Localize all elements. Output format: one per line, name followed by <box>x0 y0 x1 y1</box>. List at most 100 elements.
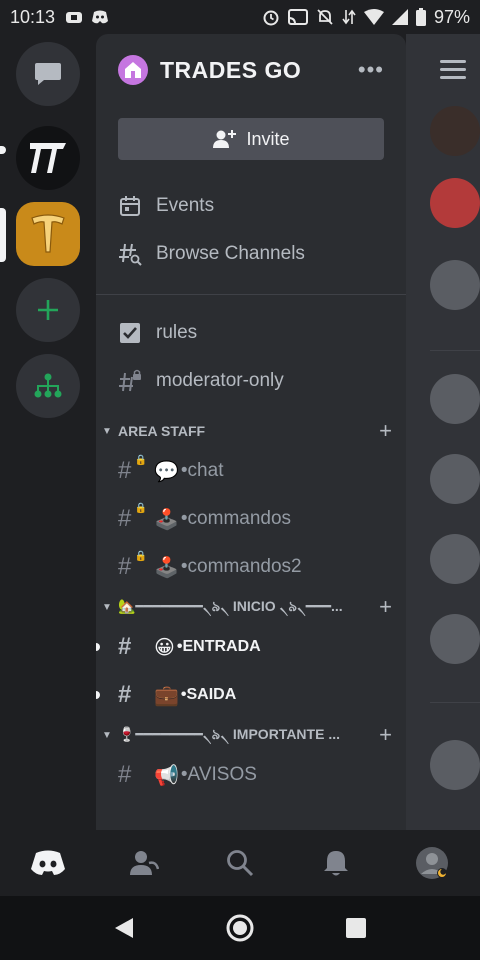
channel-avisos[interactable]: # 📢 •AVISOS <box>96 751 406 799</box>
back-icon[interactable] <box>113 916 135 940</box>
bottom-nav <box>0 830 480 896</box>
member-avatar <box>430 374 480 424</box>
category-inicio[interactable]: ▼ 🏡━━━━━━━━৲৯৲ INICIO ৲৯৲━━━... + <box>96 591 406 623</box>
channel-label: •commandos <box>180 508 292 529</box>
channel-label: rules <box>156 322 198 343</box>
section-divider <box>96 294 406 295</box>
speech-bubble-emoji: 💬 <box>154 460 179 483</box>
channel-commandos[interactable]: # 🔒 🕹️ •commandos <box>96 495 406 543</box>
server-tt-button[interactable] <box>16 126 80 190</box>
category-label: AREA STAFF <box>118 423 206 439</box>
discord-logo-icon <box>31 850 65 875</box>
guild-header[interactable]: TRADES GO ••• <box>96 34 406 106</box>
channel-drawer: TRADES GO ••• Invite Events Browse Chann… <box>96 34 406 830</box>
recents-icon[interactable] <box>345 917 367 939</box>
signal-icon <box>391 9 408 25</box>
server-trades-go-button[interactable] <box>16 202 80 266</box>
channel-label: moderator-only <box>156 370 284 391</box>
battery-level: 97% <box>433 6 470 27</box>
grinning-emoji: 😀 <box>154 636 175 659</box>
unread-dot <box>96 691 100 699</box>
channel-label: •chat <box>180 460 224 481</box>
rules-checkbox-icon <box>118 321 142 345</box>
browse-channels-label: Browse Channels <box>156 243 305 264</box>
member-avatar <box>430 106 480 156</box>
locked-hash-icon <box>118 369 142 393</box>
search-icon <box>227 850 254 877</box>
chevron-down-icon: ▼ <box>102 601 112 613</box>
data-arrows-icon <box>342 9 356 25</box>
briefcase-emoji: 💼 <box>154 684 179 707</box>
channel-entrada[interactable]: # 😀 •ENTRADA <box>96 623 406 671</box>
channel-label: •ENTRADA <box>176 638 261 655</box>
avatar-icon <box>416 847 448 879</box>
joystick-emoji: 🕹️ <box>154 508 179 531</box>
home-tab[interactable] <box>28 843 68 883</box>
channel-commandos2[interactable]: # 🔒 🕹️ •commandos2 <box>96 543 406 591</box>
message-divider <box>430 702 480 703</box>
plus-icon <box>38 300 58 320</box>
guild-more-button[interactable]: ••• <box>358 57 384 83</box>
chevron-down-icon: ▼ <box>102 729 112 741</box>
chat-bubble-icon <box>35 63 61 85</box>
channel-moderator-only[interactable]: moderator-only <box>96 357 406 405</box>
megaphone-emoji: 📢 <box>154 764 179 787</box>
notifications-tab[interactable] <box>316 843 356 883</box>
category-area-staff[interactable]: ▼ AREA STAFF + <box>96 415 406 447</box>
chat-peek[interactable] <box>406 34 480 830</box>
chevron-down-icon: ▼ <box>102 425 112 437</box>
hash-icon: # <box>118 633 132 660</box>
channel-label: •AVISOS <box>180 764 257 785</box>
trades-go-logo-icon <box>31 214 65 253</box>
hash-icon: # <box>118 681 132 708</box>
member-avatar <box>430 260 480 310</box>
friends-tab[interactable] <box>124 843 164 883</box>
server-rail <box>0 34 96 830</box>
invite-button[interactable]: Invite <box>118 118 384 160</box>
explore-servers-button[interactable] <box>16 354 80 418</box>
category-label: 🏡━━━━━━━━৲৯৲ INICIO ৲৯৲━━━... <box>118 598 343 614</box>
channel-label: •commandos2 <box>180 556 302 577</box>
tt-logo-icon <box>30 143 66 173</box>
cast-icon <box>287 9 308 25</box>
add-channel-button[interactable]: + <box>379 418 392 444</box>
search-tab[interactable] <box>220 843 260 883</box>
member-avatar <box>430 740 480 790</box>
bell-icon <box>324 851 348 876</box>
camera-notification-icon <box>66 12 83 23</box>
system-nav <box>0 896 480 960</box>
add-server-button[interactable] <box>16 278 80 342</box>
home-icon[interactable] <box>225 913 255 943</box>
browse-channels-row[interactable]: Browse Channels <box>96 230 406 278</box>
browse-channels-icon <box>118 242 142 266</box>
channel-saida[interactable]: # 💼 •SAIDA <box>96 671 406 719</box>
events-row[interactable]: Events <box>96 182 406 230</box>
add-channel-button[interactable]: + <box>379 594 392 620</box>
events-label: Events <box>156 195 215 216</box>
hamburger-icon[interactable] <box>440 60 466 84</box>
locked-hash-icon: # 🔒 <box>118 503 147 532</box>
category-label: 🍷━━━━━━━━৲৯৲ IMPORTANTE ... <box>118 726 340 742</box>
channel-rules[interactable]: rules <box>96 309 406 357</box>
status-bar: 10:13 97% <box>0 0 480 34</box>
channel-label: •SAIDA <box>180 686 237 703</box>
joystick-emoji: 🕹️ <box>154 556 179 579</box>
channel-chat[interactable]: # 🔒 💬 •chat <box>96 447 406 495</box>
selected-indicator <box>0 208 6 262</box>
member-avatar <box>430 178 480 228</box>
calendar-icon <box>118 194 142 218</box>
mute-icon <box>317 9 333 25</box>
message-divider <box>430 350 480 351</box>
guild-name: TRADES GO <box>160 56 302 83</box>
unread-dot <box>96 643 100 651</box>
add-channel-button[interactable]: + <box>379 722 392 748</box>
member-avatar <box>430 614 480 664</box>
invite-label: Invite <box>246 128 290 149</box>
profile-tab[interactable] <box>412 843 452 883</box>
locked-hash-icon: # 🔒 <box>118 551 147 580</box>
category-importante[interactable]: ▼ 🍷━━━━━━━━৲৯৲ IMPORTANTE ... + <box>96 719 406 751</box>
locked-hash-icon: # 🔒 <box>118 455 147 484</box>
direct-messages-button[interactable] <box>16 42 80 106</box>
discord-notification-icon <box>92 10 109 24</box>
status-time: 10:13 <box>10 6 56 27</box>
